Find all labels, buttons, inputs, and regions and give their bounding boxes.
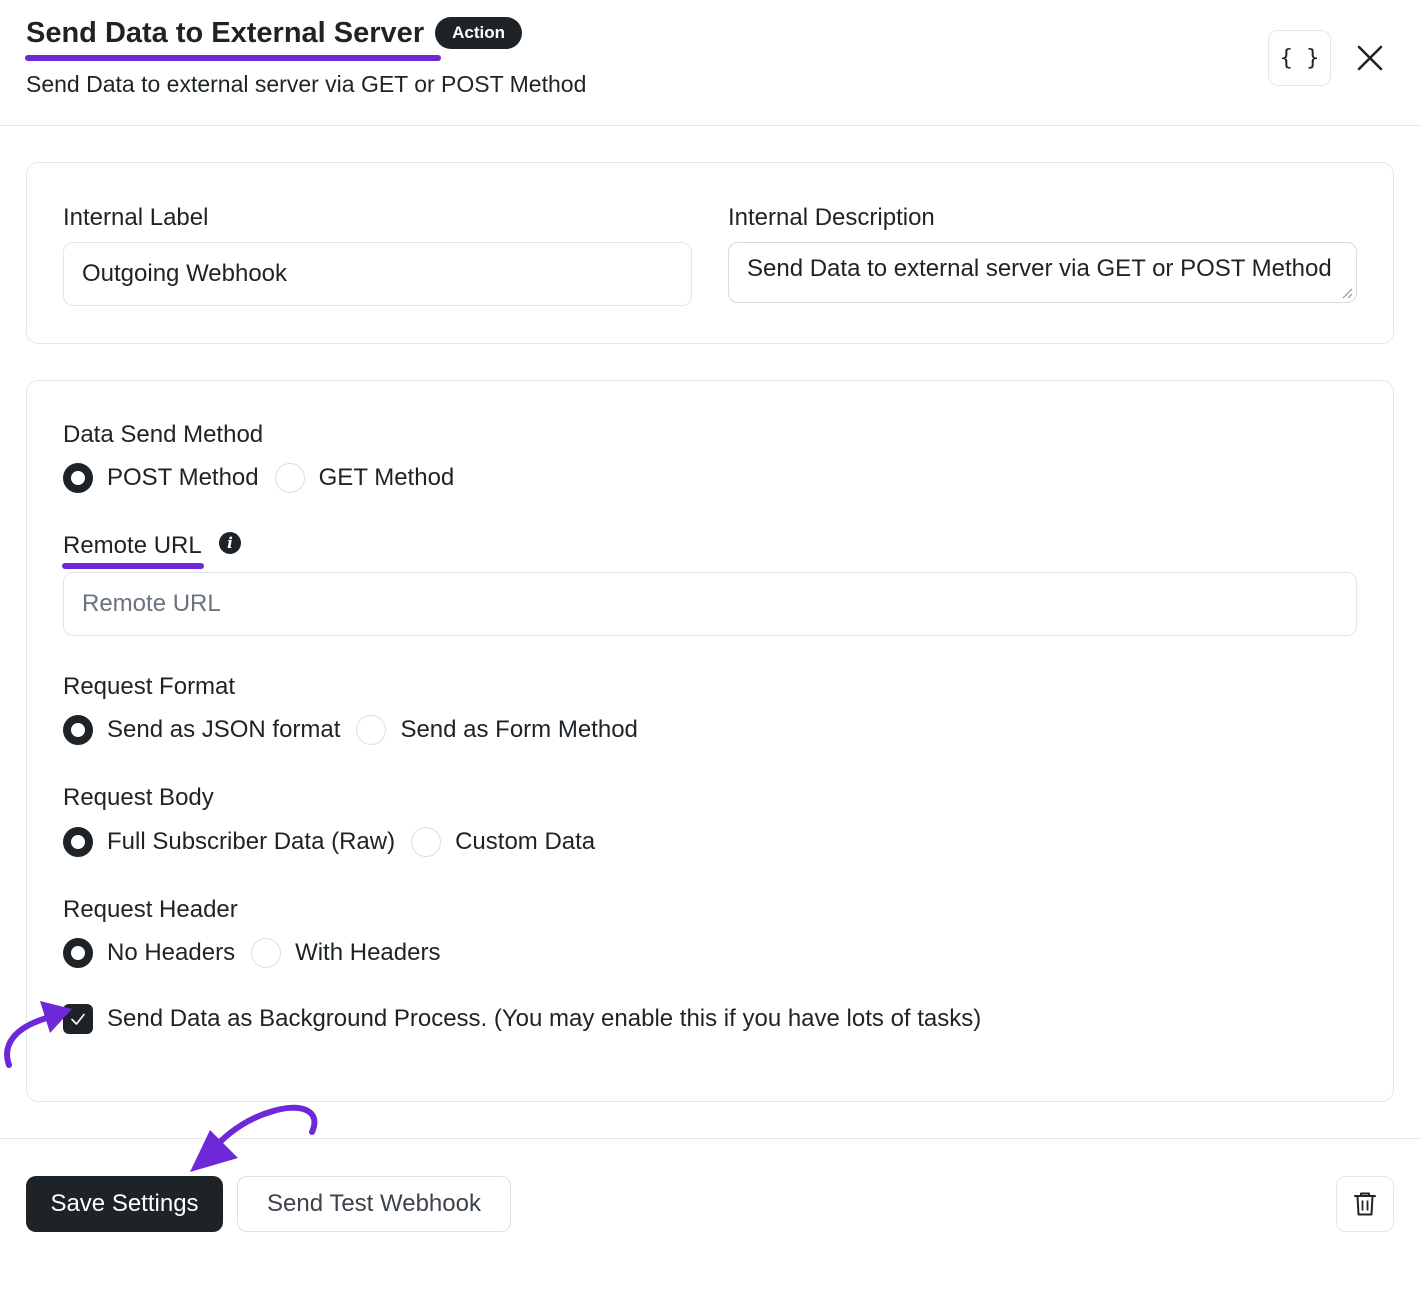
annotation-arrow-icon bbox=[190, 1104, 318, 1172]
radio-json-format-label[interactable]: Send as JSON format bbox=[107, 716, 340, 744]
json-code-button[interactable]: { } bbox=[1268, 30, 1331, 86]
remote-url-highlight-underline bbox=[62, 563, 204, 569]
action-badge: Action bbox=[435, 17, 522, 49]
radio-form-method[interactable] bbox=[356, 715, 387, 745]
modal-title: Send Data to External Server bbox=[26, 17, 425, 49]
internal-label-heading: Internal Label bbox=[63, 204, 209, 231]
internal-description-heading: Internal Description bbox=[728, 204, 935, 231]
request-format-heading: Request Format bbox=[63, 673, 236, 700]
code-braces-icon: { } bbox=[1279, 45, 1320, 71]
radio-no-headers[interactable] bbox=[63, 938, 93, 968]
radio-form-method-label[interactable]: Send as Form Method bbox=[400, 716, 637, 744]
radio-get-method[interactable] bbox=[274, 463, 305, 493]
remote-url-input[interactable]: Remote URL bbox=[63, 572, 1357, 636]
radio-with-headers-label[interactable]: With Headers bbox=[295, 939, 440, 967]
trash-icon bbox=[1354, 1192, 1376, 1216]
radio-with-headers[interactable] bbox=[251, 938, 282, 968]
radio-json-format[interactable] bbox=[63, 715, 93, 745]
remote-url-heading: Remote URL bbox=[63, 532, 202, 559]
background-process-label[interactable]: Send Data as Background Process. (You ma… bbox=[107, 1004, 981, 1034]
title-row: Send Data to External Server Action bbox=[26, 16, 522, 50]
request-header-group: No Headers With Headers bbox=[63, 938, 456, 968]
request-body-heading: Request Body bbox=[63, 784, 214, 811]
radio-full-subscriber-data[interactable] bbox=[63, 827, 93, 857]
modal-subtitle: Send Data to external server via GET or … bbox=[26, 71, 587, 97]
close-icon bbox=[1357, 45, 1383, 71]
data-send-method-heading: Data Send Method bbox=[63, 421, 264, 448]
modal-header: Send Data to External Server Action Send… bbox=[0, 0, 1422, 126]
request-body-group: Full Subscriber Data (Raw) Custom Data bbox=[63, 827, 611, 857]
radio-custom-data[interactable] bbox=[411, 827, 442, 857]
request-format-group: Send as JSON format Send as Form Method bbox=[63, 715, 654, 745]
checkmark-icon bbox=[71, 1013, 85, 1025]
radio-post-method-label[interactable]: POST Method bbox=[107, 464, 259, 492]
save-settings-button[interactable]: Save Settings bbox=[26, 1176, 223, 1232]
radio-post-method[interactable] bbox=[63, 463, 93, 493]
send-test-webhook-button[interactable]: Send Test Webhook bbox=[237, 1176, 511, 1232]
radio-full-subscriber-data-label[interactable]: Full Subscriber Data (Raw) bbox=[107, 828, 395, 856]
info-icon[interactable]: i bbox=[219, 532, 241, 554]
delete-button[interactable] bbox=[1336, 1176, 1394, 1232]
radio-get-method-label[interactable]: GET Method bbox=[319, 464, 455, 492]
internal-label-input[interactable]: Outgoing Webhook bbox=[63, 242, 692, 306]
request-header-heading: Request Header bbox=[63, 896, 238, 923]
radio-custom-data-label[interactable]: Custom Data bbox=[455, 828, 595, 856]
internal-description-text: Send Data to external server via GET or … bbox=[747, 255, 1332, 282]
internal-description-textarea[interactable]: Send Data to external server via GET or … bbox=[728, 242, 1357, 303]
data-send-method-group: POST Method GET Method bbox=[63, 463, 470, 493]
close-button[interactable] bbox=[1350, 38, 1390, 78]
footer-divider bbox=[0, 1138, 1422, 1139]
title-highlight-underline bbox=[25, 55, 441, 61]
background-process-checkbox[interactable] bbox=[63, 1004, 93, 1034]
resize-handle-icon[interactable] bbox=[1341, 287, 1353, 299]
radio-no-headers-label[interactable]: No Headers bbox=[107, 939, 235, 967]
